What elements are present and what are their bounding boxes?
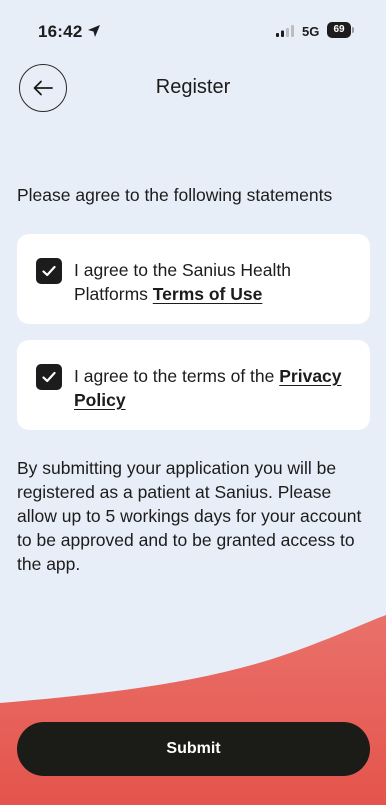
status-bar: 16:42 5G 69: [0, 0, 386, 54]
signal-icon: [276, 25, 294, 37]
privacy-statement: I agree to the terms of the Privacy Poli…: [74, 364, 358, 412]
privacy-statement-card: I agree to the terms of the Privacy Poli…: [17, 340, 370, 430]
registration-info-text: By submitting your application you will …: [17, 458, 362, 574]
page-title: Register: [155, 76, 231, 98]
status-time: 16:42: [38, 22, 83, 41]
privacy-statement-text: I agree to the terms of the: [74, 366, 280, 386]
submit-button[interactable]: Submit: [17, 722, 370, 776]
terms-statement: I agree to the Sanius Health Platforms T…: [74, 258, 358, 306]
battery-level: 69: [327, 22, 351, 38]
terms-checkbox[interactable]: [36, 258, 62, 284]
network-label: 5G: [302, 24, 320, 39]
terms-of-use-link[interactable]: Terms of Use: [153, 284, 263, 304]
instruction-text: Please agree to the following statements: [17, 185, 333, 205]
location-arrow-icon: [88, 25, 100, 37]
checkmark-icon: [42, 265, 56, 277]
battery-tip: [352, 27, 354, 33]
privacy-checkbox[interactable]: [36, 364, 62, 390]
battery-icon: 69: [327, 22, 355, 38]
terms-statement-card: I agree to the Sanius Health Platforms T…: [17, 234, 370, 324]
checkmark-icon: [42, 371, 56, 383]
